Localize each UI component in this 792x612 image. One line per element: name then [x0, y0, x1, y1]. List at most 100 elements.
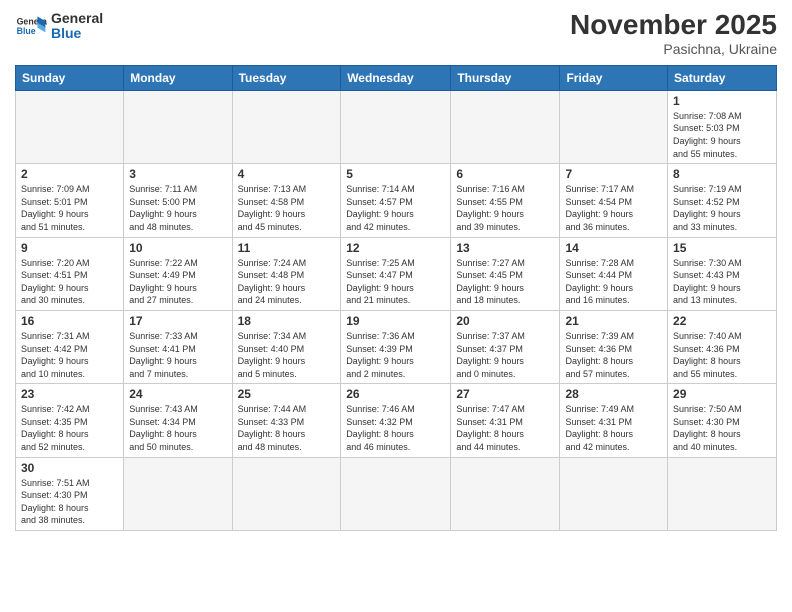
title-block: November 2025 Pasichna, Ukraine [570, 10, 777, 57]
logo: General Blue General Blue [15, 10, 103, 42]
calendar-header-row: SundayMondayTuesdayWednesdayThursdayFrid… [16, 65, 777, 90]
day-number: 12 [346, 241, 445, 255]
calendar-cell: 10Sunrise: 7:22 AM Sunset: 4:49 PM Dayli… [124, 237, 232, 310]
day-number: 1 [673, 94, 771, 108]
day-number: 13 [456, 241, 554, 255]
day-number: 15 [673, 241, 771, 255]
calendar-cell [668, 457, 777, 530]
day-info: Sunrise: 7:44 AM Sunset: 4:33 PM Dayligh… [238, 403, 336, 453]
calendar-week-4: 23 Sunrise: 7:42 AM Sunset: 4:35 PM Dayli… [16, 384, 777, 457]
calendar-cell: 26 Sunrise: 7:46 AM Sunset: 4:32 PM Dayli… [341, 384, 451, 457]
calendar-cell: 19Sunrise: 7:36 AM Sunset: 4:39 PM Dayli… [341, 310, 451, 383]
calendar-cell: 7Sunrise: 7:17 AM Sunset: 4:54 PM Daylig… [560, 164, 668, 237]
calendar-cell: 8 Sunrise: 7:19 AM Sunset: 4:52 PM Daylig… [668, 164, 777, 237]
day-info: Sunrise: 7:24 AM Sunset: 4:48 PM Dayligh… [238, 257, 336, 307]
calendar-week-5: 30 Sunrise: 7:51 AM Sunset: 4:30 PM Dayli… [16, 457, 777, 530]
day-number: 14 [565, 241, 662, 255]
day-number: 18 [238, 314, 336, 328]
calendar-cell: 25 Sunrise: 7:44 AM Sunset: 4:33 PM Dayli… [232, 384, 341, 457]
calendar-title: November 2025 [570, 10, 777, 41]
day-info: Sunrise: 7:08 AM Sunset: 5:03 PM Dayligh… [673, 110, 771, 160]
calendar-cell [124, 90, 232, 163]
col-header-saturday: Saturday [668, 65, 777, 90]
col-header-tuesday: Tuesday [232, 65, 341, 90]
logo-blue-text: Blue [51, 26, 103, 41]
day-number: 28 [565, 387, 662, 401]
day-number: 26 [346, 387, 445, 401]
day-info: Sunrise: 7:16 AM Sunset: 4:55 PM Dayligh… [456, 183, 554, 233]
day-number: 25 [238, 387, 336, 401]
svg-text:Blue: Blue [17, 26, 36, 36]
calendar-cell [560, 457, 668, 530]
calendar-cell: 24 Sunrise: 7:43 AM Sunset: 4:34 PM Dayli… [124, 384, 232, 457]
col-header-friday: Friday [560, 65, 668, 90]
calendar-cell [232, 457, 341, 530]
calendar-cell: 16Sunrise: 7:31 AM Sunset: 4:42 PM Dayli… [16, 310, 124, 383]
calendar-cell: 23 Sunrise: 7:42 AM Sunset: 4:35 PM Dayli… [16, 384, 124, 457]
calendar-cell: 22Sunrise: 7:40 AM Sunset: 4:36 PM Dayli… [668, 310, 777, 383]
day-info: Sunrise: 7:11 AM Sunset: 5:00 PM Dayligh… [129, 183, 226, 233]
calendar-table: SundayMondayTuesdayWednesdayThursdayFrid… [15, 65, 777, 531]
calendar-cell [451, 90, 560, 163]
day-number: 5 [346, 167, 445, 181]
day-number: 6 [456, 167, 554, 181]
day-number: 21 [565, 314, 662, 328]
calendar-cell: 15Sunrise: 7:30 AM Sunset: 4:43 PM Dayli… [668, 237, 777, 310]
day-info: Sunrise: 7:43 AM Sunset: 4:34 PM Dayligh… [129, 403, 226, 453]
day-info: Sunrise: 7:33 AM Sunset: 4:41 PM Dayligh… [129, 330, 226, 380]
day-info: Sunrise: 7:25 AM Sunset: 4:47 PM Dayligh… [346, 257, 445, 307]
col-header-wednesday: Wednesday [341, 65, 451, 90]
day-number: 16 [21, 314, 118, 328]
day-info: Sunrise: 7:39 AM Sunset: 4:36 PM Dayligh… [565, 330, 662, 380]
day-info: Sunrise: 7:42 AM Sunset: 4:35 PM Dayligh… [21, 403, 118, 453]
calendar-cell: 9Sunrise: 7:20 AM Sunset: 4:51 PM Daylig… [16, 237, 124, 310]
day-number: 30 [21, 461, 118, 475]
day-info: Sunrise: 7:50 AM Sunset: 4:30 PM Dayligh… [673, 403, 771, 453]
calendar-cell: 5 Sunrise: 7:14 AM Sunset: 4:57 PM Daylig… [341, 164, 451, 237]
calendar-cell: 18 Sunrise: 7:34 AM Sunset: 4:40 PM Dayli… [232, 310, 341, 383]
day-info: Sunrise: 7:22 AM Sunset: 4:49 PM Dayligh… [129, 257, 226, 307]
logo-general-text: General [51, 11, 103, 26]
calendar-cell [341, 457, 451, 530]
calendar-cell [16, 90, 124, 163]
calendar-cell [560, 90, 668, 163]
calendar-cell [124, 457, 232, 530]
calendar-cell: 1 Sunrise: 7:08 AM Sunset: 5:03 PM Daylig… [668, 90, 777, 163]
day-info: Sunrise: 7:51 AM Sunset: 4:30 PM Dayligh… [21, 477, 118, 527]
calendar-cell: 11 Sunrise: 7:24 AM Sunset: 4:48 PM Dayli… [232, 237, 341, 310]
calendar-cell: 17 Sunrise: 7:33 AM Sunset: 4:41 PM Dayli… [124, 310, 232, 383]
calendar-week-2: 9Sunrise: 7:20 AM Sunset: 4:51 PM Daylig… [16, 237, 777, 310]
day-number: 29 [673, 387, 771, 401]
day-number: 11 [238, 241, 336, 255]
day-info: Sunrise: 7:19 AM Sunset: 4:52 PM Dayligh… [673, 183, 771, 233]
header: General Blue General Blue November 2025 … [15, 10, 777, 57]
day-info: Sunrise: 7:13 AM Sunset: 4:58 PM Dayligh… [238, 183, 336, 233]
day-number: 7 [565, 167, 662, 181]
day-info: Sunrise: 7:09 AM Sunset: 5:01 PM Dayligh… [21, 183, 118, 233]
calendar-cell: 12 Sunrise: 7:25 AM Sunset: 4:47 PM Dayli… [341, 237, 451, 310]
calendar-cell: 28Sunrise: 7:49 AM Sunset: 4:31 PM Dayli… [560, 384, 668, 457]
col-header-sunday: Sunday [16, 65, 124, 90]
day-number: 24 [129, 387, 226, 401]
calendar-cell: 29 Sunrise: 7:50 AM Sunset: 4:30 PM Dayli… [668, 384, 777, 457]
page: General Blue General Blue November 2025 … [0, 0, 792, 612]
calendar-cell [232, 90, 341, 163]
logo-icon: General Blue [15, 10, 47, 42]
calendar-week-3: 16Sunrise: 7:31 AM Sunset: 4:42 PM Dayli… [16, 310, 777, 383]
day-number: 17 [129, 314, 226, 328]
day-number: 23 [21, 387, 118, 401]
day-info: Sunrise: 7:46 AM Sunset: 4:32 PM Dayligh… [346, 403, 445, 453]
day-info: Sunrise: 7:37 AM Sunset: 4:37 PM Dayligh… [456, 330, 554, 380]
calendar-cell [451, 457, 560, 530]
calendar-cell: 27Sunrise: 7:47 AM Sunset: 4:31 PM Dayli… [451, 384, 560, 457]
col-header-monday: Monday [124, 65, 232, 90]
day-info: Sunrise: 7:14 AM Sunset: 4:57 PM Dayligh… [346, 183, 445, 233]
calendar-cell: 6 Sunrise: 7:16 AM Sunset: 4:55 PM Daylig… [451, 164, 560, 237]
calendar-cell: 2Sunrise: 7:09 AM Sunset: 5:01 PM Daylig… [16, 164, 124, 237]
day-number: 4 [238, 167, 336, 181]
calendar-cell: 21 Sunrise: 7:39 AM Sunset: 4:36 PM Dayli… [560, 310, 668, 383]
day-number: 3 [129, 167, 226, 181]
day-number: 22 [673, 314, 771, 328]
day-number: 8 [673, 167, 771, 181]
day-info: Sunrise: 7:34 AM Sunset: 4:40 PM Dayligh… [238, 330, 336, 380]
